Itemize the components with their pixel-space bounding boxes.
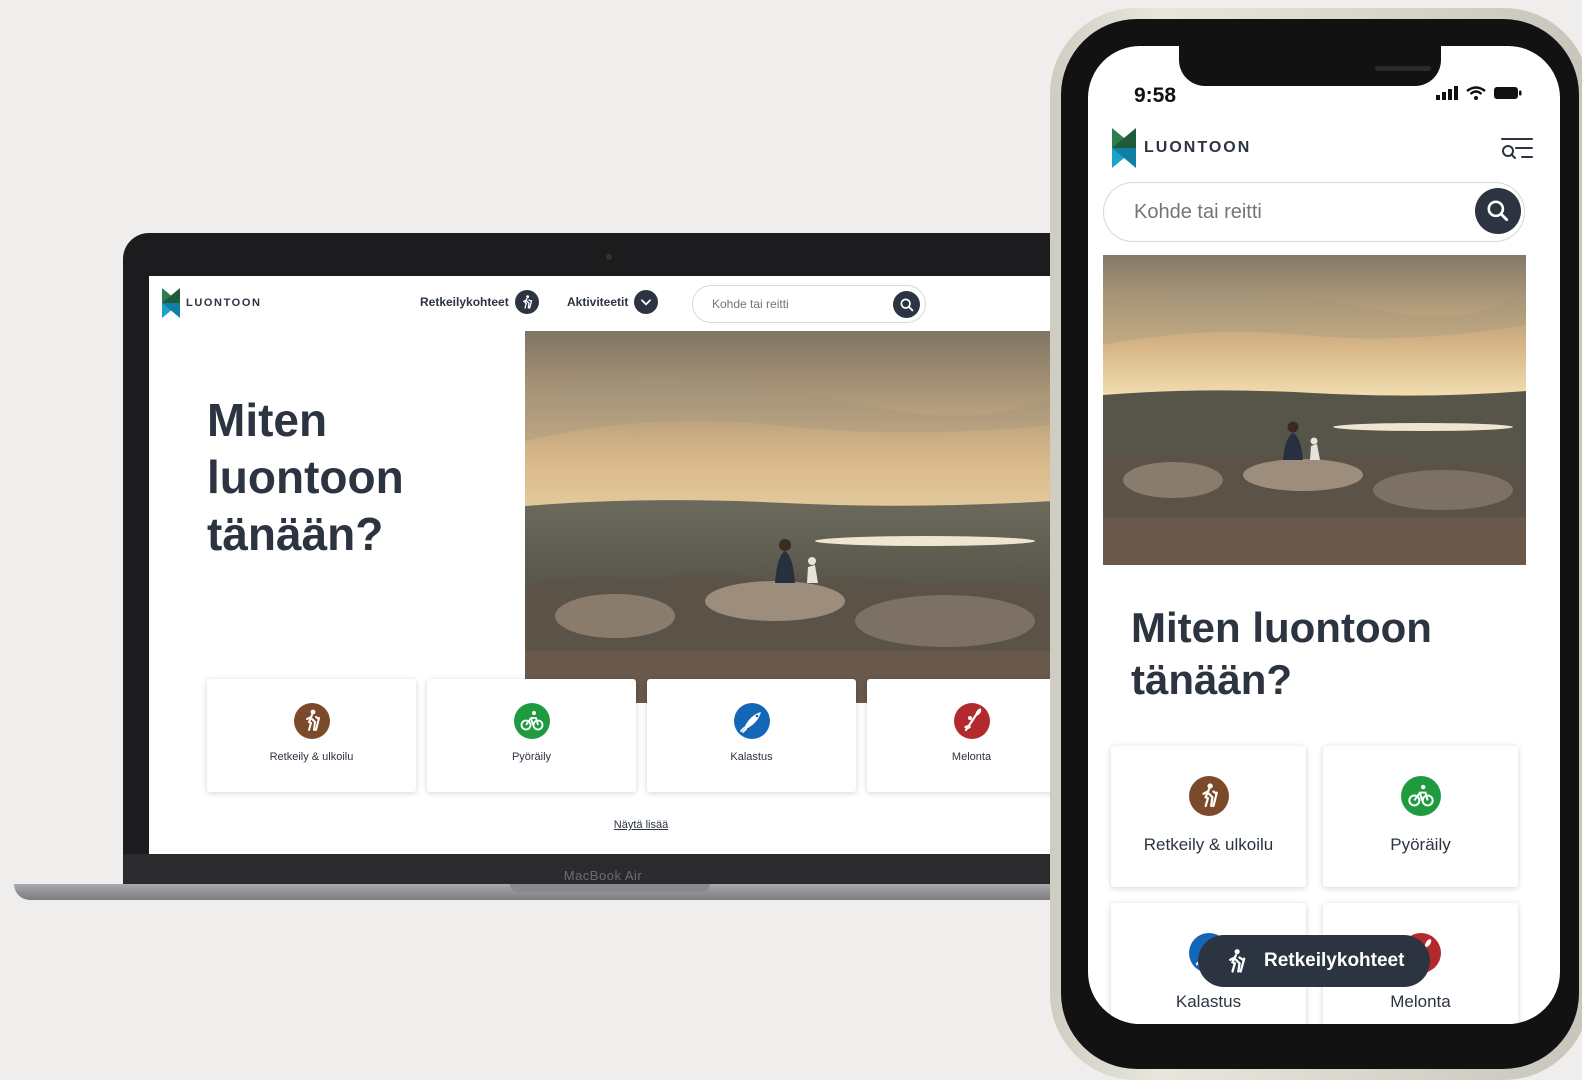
phone-screen: 9:58 LUONTOON Kohde tai reitti Miten luo… [1088, 46, 1560, 1024]
show-more-link[interactable]: Näytä lisää [149, 819, 1083, 831]
activity-card-fishing[interactable]: Kalastus [647, 679, 856, 792]
battery-icon [1494, 87, 1522, 99]
page-title: Miten luontoon tänään? [207, 392, 507, 563]
search-input[interactable] [712, 297, 882, 311]
laptop-base-notch [510, 884, 710, 892]
nav-destinations[interactable]: Retkeilykohteet [420, 290, 539, 314]
chevron-down-icon [634, 290, 659, 314]
laptop-camera [606, 254, 612, 260]
search-bar [692, 285, 926, 323]
brand-name: LUONTOON [1144, 139, 1252, 156]
brand-name: LUONTOON [186, 297, 262, 309]
phone-bezel: 9:58 LUONTOON Kohde tai reitti Miten luo… [1061, 19, 1579, 1069]
phone-speaker [1375, 66, 1431, 71]
search-input[interactable] [1134, 200, 1454, 224]
nav-activities-label: Aktiviteetit [567, 295, 629, 309]
activity-cards: Retkeily & ulkoilu Pyöräily Kalastus Mel… [207, 679, 1076, 792]
fishing-icon [733, 703, 770, 739]
page-title-line: Miten [207, 394, 328, 446]
logo-icon [162, 288, 180, 318]
phone-notch [1179, 46, 1441, 86]
hiking-icon [514, 290, 539, 314]
fab-label: Retkeilykohteet [1264, 950, 1405, 971]
search-icon [899, 297, 913, 311]
bicycle-icon [513, 703, 550, 739]
wifi-icon [1466, 86, 1486, 100]
activity-card-hiking[interactable]: Retkeily & ulkoilu [207, 679, 416, 792]
search-bar [1103, 182, 1525, 242]
page-title-line: luontoon [207, 451, 404, 503]
activity-label: Kalastus [730, 751, 773, 763]
hiking-icon [293, 703, 330, 739]
activity-label: Retkeily & ulkoilu [269, 751, 354, 763]
activity-card-cycling[interactable]: Pyöräily [427, 679, 636, 792]
activity-label: Pyöräily [511, 751, 552, 763]
nav-activities[interactable]: Aktiviteetit [567, 290, 659, 314]
hero-image [525, 331, 1083, 703]
search-button[interactable] [893, 291, 920, 318]
page-title-line: tänään? [207, 508, 384, 560]
status-icons [1436, 86, 1522, 100]
signal-icon [1436, 86, 1458, 100]
activity-label: Melonta [1390, 992, 1451, 1011]
nav-destinations-label: Retkeilykohteet [420, 295, 509, 309]
destinations-fab[interactable]: Retkeilykohteet [1198, 935, 1430, 987]
hiking-icon [1188, 776, 1229, 816]
activity-label: Kalastus [1175, 992, 1242, 1011]
page-title-line: Miten luontoon [1131, 604, 1432, 651]
bicycle-icon [1400, 776, 1441, 816]
status-time: 9:58 [1134, 84, 1177, 107]
paddle-icon [953, 703, 990, 739]
hero-image [1103, 255, 1526, 565]
page-title-line: tänään? [1131, 656, 1293, 703]
page-title: Miten luontoon tänään? [1131, 602, 1511, 706]
activity-card-cycling[interactable]: Pyöräily [1323, 746, 1518, 887]
activity-label: Melonta [951, 751, 992, 763]
activity-card-hiking[interactable]: Retkeily & ulkoilu [1111, 746, 1306, 887]
device-label: MacBook Air [563, 868, 643, 883]
search-button[interactable] [1475, 188, 1521, 234]
search-menu-icon[interactable] [1500, 136, 1534, 162]
phone-mockup: 9:58 LUONTOON Kohde tai reitti Miten luo… [1050, 8, 1582, 1080]
phone-logo[interactable]: LUONTOON [1112, 127, 1251, 169]
hiking-icon [1229, 949, 1246, 973]
laptop-screen: LUONTOON Retkeilykohteet Aktiviteetit Mi… [149, 276, 1083, 854]
logo-icon [1112, 128, 1136, 168]
search-icon [1487, 200, 1509, 222]
activity-card-paddling[interactable]: Melonta [867, 679, 1076, 792]
activity-label: Pyöräily [1390, 835, 1451, 854]
activity-label: Retkeily & ulkoilu [1143, 835, 1274, 854]
laptop-logo[interactable]: LUONTOON [162, 288, 262, 318]
